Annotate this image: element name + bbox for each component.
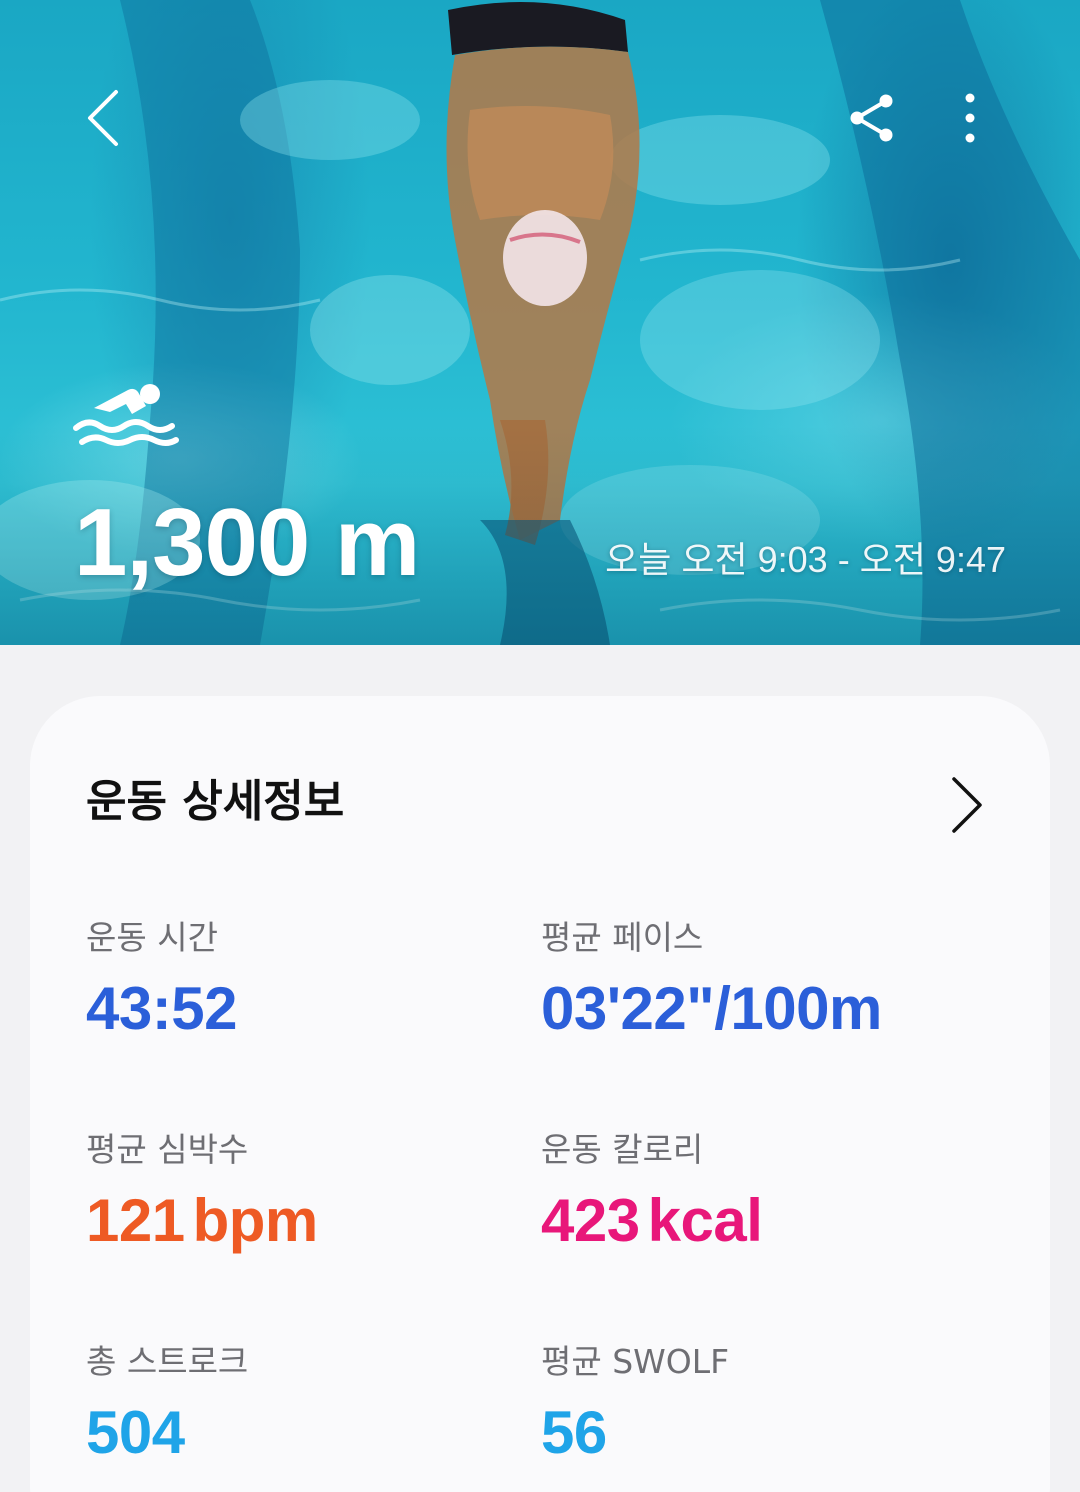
hero-photo: 1,300 m 오늘 오전 9:03 - 오전 9:47: [0, 0, 1080, 645]
stat-value: 56: [541, 1398, 981, 1468]
stat-value: 504: [86, 1398, 526, 1468]
card-title: 운동 상세정보: [86, 776, 345, 827]
stat-duration: 운동 시간 43:52: [86, 916, 526, 1044]
stat-value: 03'22"/100m: [541, 974, 981, 1044]
stat-label: 총 스트로크: [86, 1342, 249, 1381]
top-app-bar: [0, 60, 1080, 180]
more-vertical-icon: [965, 93, 975, 143]
workout-time-range: 오늘 오전 9:03 - 오전 9:47: [605, 539, 1006, 580]
stat-value: 423 kcal: [541, 1186, 981, 1256]
more-options-button[interactable]: [930, 78, 1010, 158]
stat-calories: 운동 칼로리 423 kcal: [541, 1128, 981, 1256]
chevron-right-icon: [952, 777, 982, 833]
stat-label: 운동 시간: [86, 918, 218, 957]
stat-pace: 평균 페이스 03'22"/100m: [541, 916, 981, 1044]
stat-label: 평균 심박수: [86, 1130, 249, 1169]
total-distance: 1,300 m: [74, 489, 420, 596]
share-icon: [850, 94, 893, 142]
stat-label: 평균 SWOLF: [541, 1342, 730, 1381]
calories-value: 423: [541, 1187, 640, 1254]
swimming-icon: [73, 384, 179, 446]
strokes-value: 504: [86, 1399, 185, 1466]
stat-swolf: 평균 SWOLF 56: [541, 1340, 981, 1468]
details-expand-button[interactable]: [936, 770, 996, 840]
stat-label: 운동 칼로리: [541, 1130, 704, 1169]
duration-value: 43:52: [86, 975, 237, 1042]
stat-heart-rate: 평균 심박수 121 bpm: [86, 1128, 526, 1256]
heart-rate-value: 121: [86, 1187, 185, 1254]
stat-value: 121 bpm: [86, 1186, 526, 1256]
workout-details-card[interactable]: 운동 상세정보 운동 시간 43:52 평균 페이스 03'22"/100m 평…: [30, 696, 1050, 1492]
pace-value: 03'22"/100m: [541, 975, 882, 1042]
stat-label: 평균 페이스: [541, 918, 704, 957]
chevron-left-icon: [88, 90, 118, 146]
swolf-value: 56: [541, 1399, 607, 1466]
calories-unit: kcal: [647, 1187, 763, 1254]
share-button[interactable]: [832, 78, 912, 158]
stat-value: 43:52: [86, 974, 526, 1044]
stat-strokes: 총 스트로크 504: [86, 1340, 526, 1468]
back-button[interactable]: [64, 78, 144, 158]
heart-rate-unit: bpm: [192, 1187, 319, 1254]
workout-detail-screen: 1,300 m 오늘 오전 9:03 - 오전 9:47 운동 상세정보 운동 …: [0, 0, 1080, 1492]
